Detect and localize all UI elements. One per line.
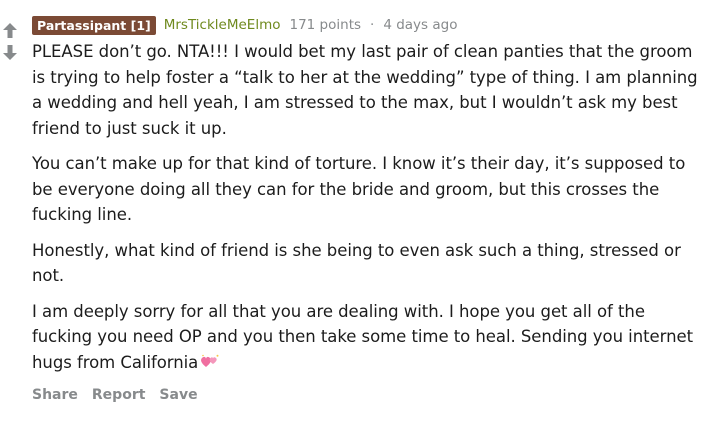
timestamp[interactable]: 4 days ago (383, 17, 457, 33)
comment-paragraph-text: I am deeply sorry for all that you are d… (32, 301, 694, 372)
comment-meta: Partassipant [1] MrsTickleMeElmo 171 poi… (32, 14, 704, 36)
comment-paragraph: PLEASE don’t go. NTA!!! I would bet my l… (32, 42, 698, 138)
share-button[interactable]: Share (32, 387, 78, 403)
comment-paragraph-last: I am deeply sorry for all that you are d… (32, 299, 704, 378)
two-hearts-emoji (200, 352, 220, 378)
comment-body: PLEASE don’t go. NTA!!! I would bet my l… (32, 39, 704, 377)
author-link[interactable]: MrsTickleMeElmo (164, 17, 281, 33)
report-button[interactable]: Report (92, 387, 146, 403)
meta-separator: · (370, 17, 375, 33)
user-flair: Partassipant [1] (32, 15, 156, 35)
comment-actions: Share Report Save (32, 387, 704, 403)
comment: Partassipant [1] MrsTickleMeElmo 171 poi… (32, 14, 704, 403)
points-count: 171 points (289, 17, 362, 33)
upvote-arrow-icon[interactable] (2, 22, 18, 38)
save-button[interactable]: Save (159, 387, 197, 403)
comment-paragraph: You can’t make up for that kind of tortu… (32, 154, 686, 224)
comment-paragraph: Honestly, what kind of friend is she bei… (32, 240, 681, 286)
downvote-arrow-icon[interactable] (2, 44, 18, 60)
